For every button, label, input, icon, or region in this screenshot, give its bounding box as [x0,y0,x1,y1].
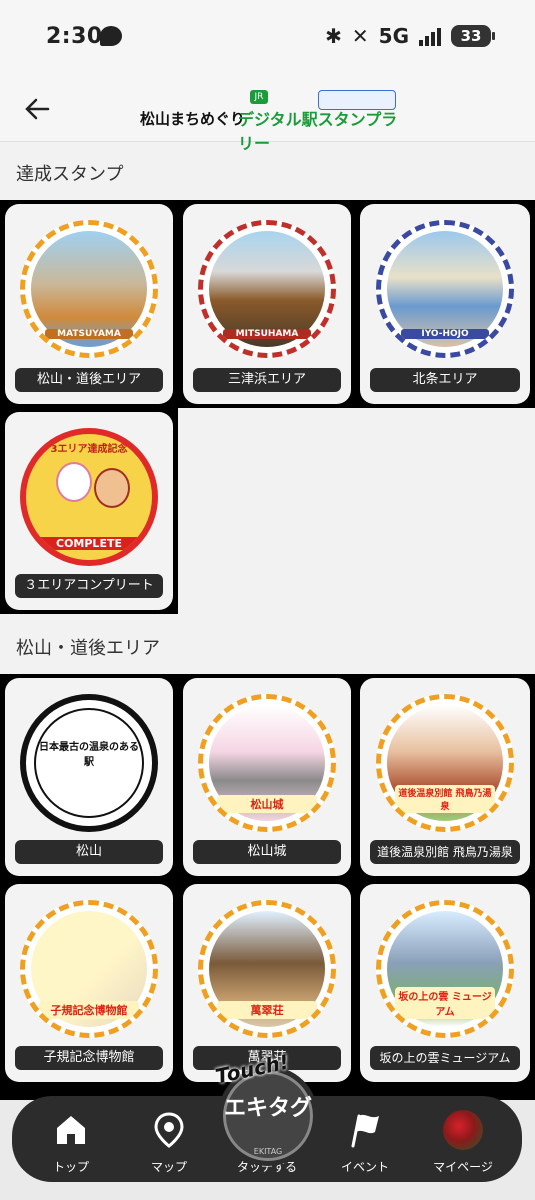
stamp-label: 北条エリア [370,368,520,392]
stamp-card-matsuyama[interactable]: 日本最古の温泉のある駅 松山 [5,678,173,876]
achieved-stamp-grid: MATSUYAMA 松山・道後エリア MITSUHAMA 三津浜エリア IYO-… [0,200,535,614]
network-type: 5G [378,24,409,48]
avatar [443,1110,483,1150]
stamp-label: 松山 [15,840,163,864]
stamp-label: 子規記念博物館 [15,1046,163,1070]
nav-top-label: トップ [52,1160,89,1174]
section-title-matsuyama-dogo: 松山・道後エリア [16,638,160,659]
stamp-image: MITSUHAMA [198,220,336,358]
stamp-label: 松山・道後エリア [15,368,163,392]
logo-title-left: 松山まちめぐり [140,110,246,128]
stamp-image: 日本最古の温泉のある駅 [20,694,158,832]
stamp-card-bansuiso[interactable]: 萬翠荘 萬翠荘 [183,884,351,1082]
back-arrow-icon[interactable] [22,94,52,124]
jr-badge: JR [250,90,268,104]
stamp-image: 萬翠荘 [198,900,336,1038]
stamp-label: 三津浜エリア [193,368,341,392]
map-pin-icon [154,1112,184,1148]
stamp-card-hojo[interactable]: IYO-HOJO 北条エリア [360,204,530,404]
stamp-image: 子規記念博物館 [20,900,158,1038]
nav-mypage-label: マイページ [433,1160,493,1174]
stamp-image: MATSUYAMA [20,220,158,358]
signal-icon [419,26,441,46]
mute-icon: ✕ [351,24,369,48]
nav-map-label: マップ [150,1160,187,1174]
stamp-card-shiki-museum[interactable]: 子規記念博物館 子規記念博物館 [5,884,173,1082]
stamp-image: IYO-HOJO [376,220,514,358]
stamp-card-mitsuhama[interactable]: MITSUHAMA 三津浜エリア [183,204,351,404]
touch-stamp-button[interactable]: Touch! エキタグ EKITAG [213,1050,318,1166]
status-time: 2:30 [46,24,103,49]
stamp-image: 道後温泉別館 飛鳥乃湯泉 [376,694,514,832]
stamp-label: ３エリアコンプリート [15,574,163,598]
nav-map[interactable]: マップ [124,1096,214,1182]
chat-notification-icon [100,26,122,46]
nav-mypage[interactable]: マイページ [418,1096,508,1182]
nav-event[interactable]: イベント [320,1096,410,1182]
app-bar: JR 松山まちめぐり デジタル駅スタンプラリー [0,76,535,153]
stamp-card-matsuyama-dogo[interactable]: MATSUYAMA 松山・道後エリア [5,204,173,404]
stamp-card-asuka-no-yu[interactable]: 道後温泉別館 飛鳥乃湯泉 道後温泉別館 飛鳥乃湯泉 [360,678,530,876]
nav-top[interactable]: トップ [26,1096,116,1182]
bluetooth-icon: ✱ [325,24,342,48]
stamp-card-saka-no-ue-museum[interactable]: 坂の上の雲 ミュージアム 坂の上の雲ミュージアム [360,884,530,1082]
ekitag-logo: エキタグ [223,1096,312,1121]
stamp-label: 松山城 [193,840,341,864]
app-logo: JR 松山まちめぐり デジタル駅スタンプラリー [140,90,400,153]
flag-icon [351,1114,379,1148]
area-stamp-grid: 日本最古の温泉のある駅 松山 松山城 松山城 道後温泉別館 飛鳥乃湯泉 道後温泉… [0,674,535,1100]
stamp-label: 坂の上の雲ミュージアム [370,1046,520,1070]
home-icon [57,1116,85,1144]
ekitag-sublabel: EKITAG [253,1147,283,1156]
stamp-card-complete[interactable]: 3エリア達成記念 COMPLETE ３エリアコンプリート [5,412,173,610]
complete-medal-image: 3エリア達成記念 COMPLETE [20,428,158,566]
logo-title-right: デジタル駅スタンプラリー [238,110,398,153]
nav-event-label: イベント [340,1160,389,1174]
section-title-achieved: 達成スタンプ [16,164,124,185]
stamp-image: 松山城 [198,694,336,832]
stamp-card-matsuyama-castle[interactable]: 松山城 松山城 [183,678,351,876]
status-bar: 2:30 ✱ ✕ 5G 33 [0,0,535,76]
campaign-badge [318,90,396,110]
stamp-label: 道後温泉別館 飛鳥乃湯泉 [370,840,520,864]
battery-icon: 33 [451,25,495,47]
stamp-image: 坂の上の雲 ミュージアム [376,900,514,1038]
